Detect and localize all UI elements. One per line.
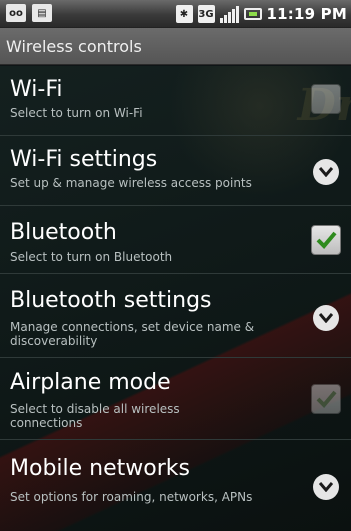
setting-summary: Manage connections, set device name & di… (10, 320, 255, 348)
signal-icon (219, 5, 239, 23)
setting-title: Mobile networks (10, 456, 190, 481)
setting-summary: Select to turn on Bluetooth (10, 250, 173, 264)
setting-title: Wi-Fi settings (10, 147, 158, 172)
setting-summary: Set up & manage wireless access points (10, 176, 252, 190)
3g-icon: 3G (197, 5, 215, 23)
chevron-down-icon[interactable] (313, 159, 339, 185)
bluetooth-icon: ✱ (175, 5, 193, 23)
notification-icon: ▤ (32, 4, 52, 22)
setting-row-wifi-settings[interactable]: Wi-Fi settings Set up & manage wireless … (0, 136, 351, 206)
setting-row-mobile-networks[interactable]: Mobile networks Set options for roaming,… (0, 440, 351, 531)
setting-summary: Select to disable all wireless connectio… (10, 402, 180, 430)
setting-summary: Set options for roaming, networks, APNs (10, 490, 253, 504)
title-bar: Wireless controls (0, 28, 351, 65)
clock: 11:19 PM (266, 5, 347, 23)
wifi-checkbox[interactable] (311, 84, 341, 114)
setting-title: Airplane mode (10, 370, 171, 395)
setting-row-bluetooth[interactable]: Bluetooth Select to turn on Bluetooth (0, 206, 351, 274)
battery-icon (243, 8, 262, 20)
setting-summary: Select to turn on Wi-Fi (10, 106, 143, 120)
page-title: Wireless controls (6, 37, 142, 56)
setting-title: Bluetooth (10, 220, 117, 245)
checkmark-icon (316, 390, 337, 408)
status-bar: oo ▤ ✱ 3G 11:19 PM (0, 0, 351, 28)
setting-title: Bluetooth settings (10, 288, 212, 313)
setting-row-airplane-mode[interactable]: Airplane mode Select to disable all wire… (0, 358, 351, 440)
bluetooth-checkbox[interactable] (311, 225, 341, 255)
voicemail-icon: oo (6, 4, 26, 22)
setting-row-wifi[interactable]: Wi-Fi Select to turn on Wi-Fi (0, 66, 351, 136)
chevron-down-icon[interactable] (313, 305, 339, 331)
chevron-down-icon[interactable] (313, 474, 339, 500)
setting-title: Wi-Fi (10, 77, 63, 102)
checkmark-icon (316, 231, 337, 249)
airplane-mode-checkbox[interactable] (311, 384, 341, 414)
setting-row-bluetooth-settings[interactable]: Bluetooth settings Manage connections, s… (0, 274, 351, 358)
settings-list[interactable]: Dr Wi-Fi Select to turn on Wi-Fi Wi-Fi s… (0, 66, 351, 531)
